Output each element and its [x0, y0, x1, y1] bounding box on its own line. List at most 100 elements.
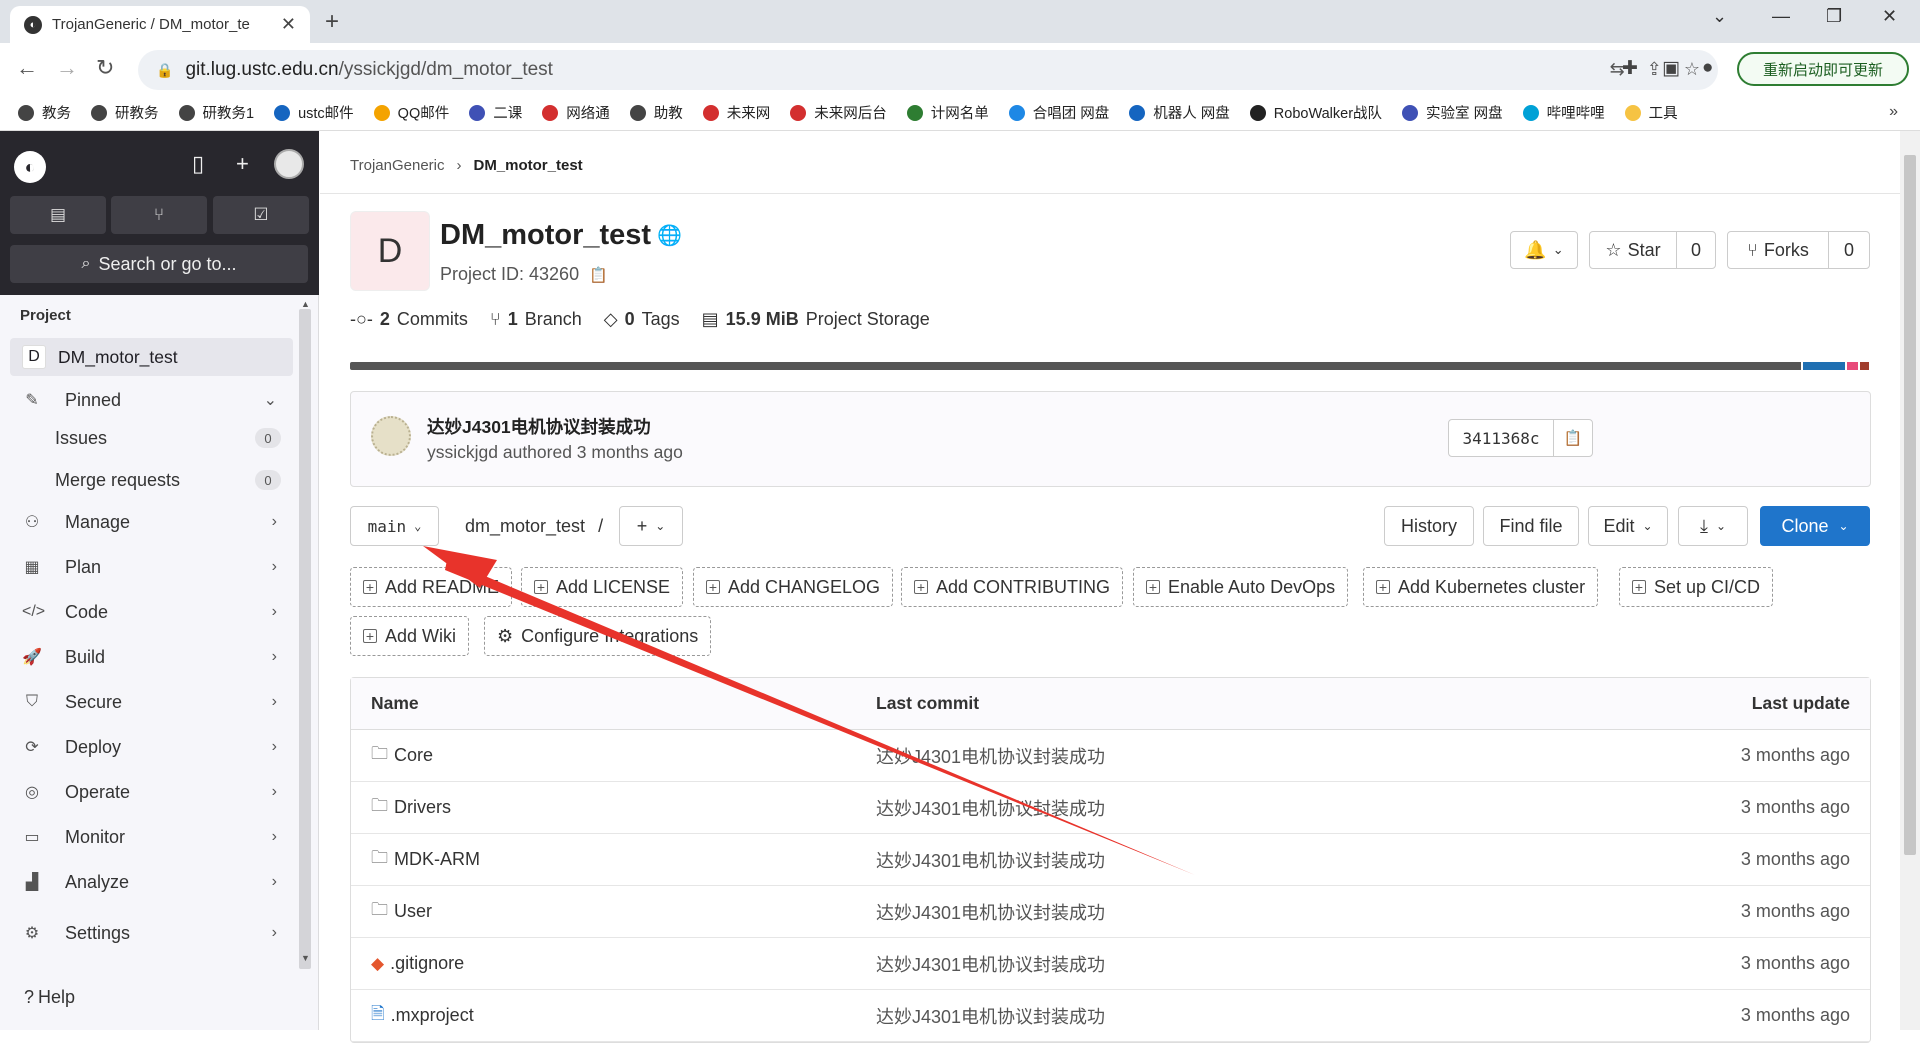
more-bookmarks-icon[interactable]: »: [1889, 103, 1898, 121]
bookmark-item[interactable]: 未来网后台: [790, 102, 887, 123]
gitlab-logo-icon[interactable]: ◐: [14, 151, 46, 183]
table-row[interactable]: 🗎 .mxproject 达妙J4301电机协议封装成功 3 months ago: [351, 990, 1870, 1042]
forks-button[interactable]: ⑂ Forks: [1728, 240, 1828, 261]
forks-count[interactable]: 0: [1829, 240, 1869, 261]
sidebar-toggle-icon[interactable]: ▯: [192, 151, 204, 177]
file-name-link[interactable]: 🗀 Drivers: [371, 793, 451, 822]
download-dropdown[interactable]: ⤓ ⌄: [1678, 506, 1748, 546]
bookmark-item[interactable]: 二课: [469, 102, 522, 123]
close-window-icon[interactable]: ✕: [1882, 6, 1897, 27]
table-row[interactable]: 🗀 User 达妙J4301电机协议封装成功 3 months ago: [351, 886, 1870, 938]
bookmark-star-icon[interactable]: ☆: [1684, 59, 1700, 80]
repo-path-root[interactable]: dm_motor_test: [465, 516, 585, 536]
bookmark-item[interactable]: 研教务: [91, 102, 159, 123]
file-name-link[interactable]: ◆ .gitignore: [371, 953, 464, 974]
table-row[interactable]: 🗀 Drivers 达妙J4301电机协议封装成功 3 months ago: [351, 782, 1870, 834]
language-segment[interactable]: [350, 362, 1801, 370]
configure-integrations-button[interactable]: ⚙ Configure Integrations: [484, 616, 712, 656]
scroll-down-icon[interactable]: ▼: [301, 953, 310, 963]
bookmark-item[interactable]: 合唱团 网盘: [1008, 102, 1109, 123]
edit-dropdown[interactable]: Edit ⌄: [1588, 506, 1668, 546]
table-row[interactable]: 🗀 Core 达妙J4301电机协议封装成功 3 months ago: [351, 730, 1870, 782]
branch-link[interactable]: ⑂ 1 Branch: [490, 309, 582, 330]
close-tab-icon[interactable]: ✕: [281, 14, 296, 35]
commits-link[interactable]: -○- 2 Commits: [350, 309, 468, 330]
sidebar-item-analyze[interactable]: ▟ Analyze ›: [10, 863, 293, 901]
sidebar-project-link[interactable]: D DM_motor_test: [10, 338, 293, 376]
maximize-icon[interactable]: ❐: [1826, 6, 1842, 27]
forward-icon[interactable]: →: [56, 55, 78, 81]
add-changelog-button[interactable]: + Add CHANGELOG: [693, 567, 894, 607]
enable-auto-devops-button[interactable]: + Enable Auto DevOps: [1133, 567, 1349, 607]
storage-link[interactable]: ▤ 15.9 MiB Project Storage: [702, 309, 930, 330]
file-name-link[interactable]: 🗀 Core: [371, 741, 433, 770]
star-button[interactable]: ☆ Star: [1590, 240, 1676, 261]
add-contributing-button[interactable]: + Add CONTRIBUTING: [901, 567, 1124, 607]
star-count[interactable]: 0: [1677, 240, 1715, 261]
bookmark-item[interactable]: QQ邮件: [373, 102, 449, 123]
row-commit-message[interactable]: 达妙J4301电机协议封装成功: [876, 899, 1105, 925]
page-scrollbar[interactable]: [1900, 131, 1920, 1030]
row-commit-message[interactable]: 达妙J4301电机协议封装成功: [876, 743, 1105, 769]
share-icon[interactable]: ⇪: [1647, 59, 1662, 80]
issues-shortcut-button[interactable]: ▤: [10, 196, 106, 234]
bookmark-item[interactable]: 助教: [629, 102, 683, 123]
row-commit-message[interactable]: 达妙J4301电机协议封装成功: [876, 951, 1105, 977]
search-button[interactable]: ⌕ Search or go to...: [10, 245, 308, 283]
setup-ci-cd-button[interactable]: + Set up CI/CD: [1619, 567, 1774, 607]
sidebar-item-deploy[interactable]: ⟳ Deploy ›: [10, 728, 293, 766]
new-tab-icon[interactable]: +: [325, 8, 339, 36]
extensions-icon[interactable]: ✚: [1622, 57, 1638, 80]
new-item-icon[interactable]: +: [236, 151, 249, 177]
bookmark-item[interactable]: 哔哩哔哩: [1522, 102, 1605, 123]
add-readme-button[interactable]: + Add README: [350, 567, 513, 607]
merge-requests-shortcut-button[interactable]: ⑂: [111, 196, 207, 234]
bookmark-item[interactable]: 机器人 网盘: [1129, 102, 1230, 123]
sidebar-item-build[interactable]: 🚀 Build ›: [10, 638, 293, 676]
sidepanel-icon[interactable]: ▣: [1662, 57, 1680, 80]
language-bar[interactable]: [350, 362, 1871, 370]
commit-message[interactable]: 达妙J4301电机协议封装成功: [427, 414, 651, 439]
sidebar-item-plan[interactable]: ▦ Plan ›: [10, 548, 293, 586]
tab-search-icon[interactable]: ⌄: [1712, 6, 1727, 27]
bookmark-item[interactable]: 教务: [18, 102, 71, 123]
history-button[interactable]: History: [1384, 506, 1474, 546]
row-commit-message[interactable]: 达妙J4301电机协议封装成功: [876, 1003, 1105, 1029]
sidebar-scrollbar[interactable]: [299, 309, 311, 969]
bookmark-item[interactable]: 计网名单: [906, 102, 989, 123]
address-bar[interactable]: 🔒 git.lug.ustc.edu.cn/yssickjgd/dm_motor…: [138, 50, 1718, 90]
branch-selector[interactable]: main ⌄: [350, 506, 439, 546]
sidebar-item-operate[interactable]: ◎ Operate ›: [10, 773, 293, 811]
add-kubernetes-cluster-button[interactable]: + Add Kubernetes cluster: [1363, 567, 1599, 607]
reload-icon[interactable]: ↻: [96, 55, 114, 81]
add-wiki-button[interactable]: + Add Wiki: [350, 616, 470, 656]
row-commit-message[interactable]: 达妙J4301电机协议封装成功: [876, 847, 1105, 873]
row-commit-message[interactable]: 达妙J4301电机协议封装成功: [876, 795, 1105, 821]
profile-icon[interactable]: ●: [1702, 57, 1713, 79]
tags-link[interactable]: ◇ 0 Tags: [604, 309, 680, 330]
breadcrumb-group[interactable]: TrojanGeneric: [350, 157, 444, 174]
sidebar-item-pinned[interactable]: ✎ Pinned ⌄: [10, 381, 293, 419]
copy-sha-icon[interactable]: 📋: [1553, 419, 1593, 457]
notification-dropdown[interactable]: 🔔 ⌄: [1510, 231, 1578, 269]
bookmark-item[interactable]: RoboWalker战队: [1249, 102, 1382, 123]
file-name-link[interactable]: 🗎 .mxproject: [371, 1001, 474, 1030]
bookmark-item[interactable]: 网络通: [542, 102, 610, 123]
file-name-link[interactable]: 🗀 User: [371, 897, 432, 926]
language-segment[interactable]: [1802, 362, 1846, 370]
browser-tab[interactable]: ◐ TrojanGeneric / DM_motor_te ✕: [10, 6, 310, 43]
copy-icon[interactable]: 📋: [589, 266, 608, 284]
user-avatar[interactable]: [274, 149, 304, 179]
breadcrumb-project[interactable]: DM_motor_test: [473, 157, 582, 174]
language-segment[interactable]: [1859, 362, 1869, 370]
todo-shortcut-button[interactable]: ☑: [213, 196, 309, 234]
sidebar-item-manage[interactable]: ⚇ Manage ›: [10, 503, 293, 541]
sidebar-item-code[interactable]: </> Code ›: [10, 593, 293, 631]
sidebar-item-issues[interactable]: Issues 0: [10, 419, 293, 457]
bookmark-item[interactable]: 研教务1: [178, 102, 254, 123]
scroll-up-icon[interactable]: ▲: [301, 299, 310, 309]
scrollbar-thumb[interactable]: [1904, 155, 1916, 855]
sidebar-item-monitor[interactable]: ▭ Monitor ›: [10, 818, 293, 856]
file-name-link[interactable]: 🗀 MDK-ARM: [371, 845, 480, 874]
commit-author-avatar[interactable]: [371, 416, 411, 456]
